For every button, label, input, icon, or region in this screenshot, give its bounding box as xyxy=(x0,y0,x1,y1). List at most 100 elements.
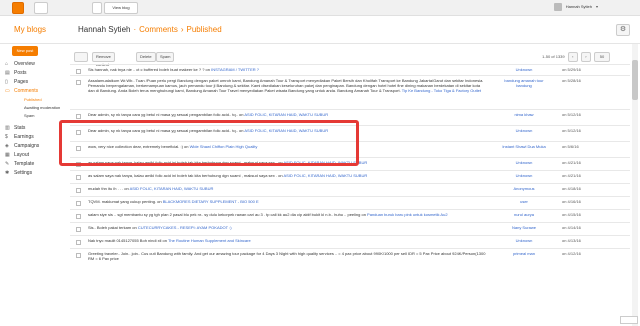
post-link[interactable]: ASID FOLIC, KITARAN HAID, WAKTU SUBUR xyxy=(283,160,367,165)
gear-icon[interactable]: ⚙ xyxy=(616,24,630,36)
row-checkbox[interactable] xyxy=(76,114,81,119)
post-link[interactable]: INSTAGRAM / TWITTER ? xyxy=(211,67,259,72)
comment-date[interactable]: on 4/16/16 xyxy=(562,199,602,204)
row-checkbox[interactable] xyxy=(76,175,81,180)
comment-date[interactable]: on 5/6/16 xyxy=(562,144,602,149)
comment-row[interactable]: Nak tnyc maulit 0145127055 Boh nindi xll… xyxy=(70,235,630,248)
sidebar-item-settings[interactable]: ✱ Settings xyxy=(0,169,70,178)
row-checkbox[interactable] xyxy=(76,162,81,167)
select-all-checkbox[interactable] xyxy=(74,52,88,62)
comment-date[interactable]: on 5/29/16 xyxy=(562,67,602,72)
sidebar-item-template[interactable]: ✎ Template xyxy=(0,160,70,169)
scrollbar-thumb[interactable] xyxy=(632,60,638,100)
sidebar-item-campaigns[interactable]: ◈ Campaigns xyxy=(0,142,70,151)
comment-author[interactable]: Unknown xyxy=(502,160,546,165)
new-post-button[interactable]: New post xyxy=(12,46,38,56)
post-link[interactable]: ASID FOLIC, KITARAN HAID, WAKTU SUBUR xyxy=(244,128,328,133)
comment-author[interactable]: Unknown xyxy=(502,67,546,72)
sidebar-item-pages[interactable]: ▯ Pages xyxy=(0,78,70,87)
breadcrumb-comments[interactable]: Comments xyxy=(139,25,178,34)
sidebar-item-overview[interactable]: ⌂ Overview xyxy=(0,60,70,69)
sidebar-item-earnings[interactable]: $ Earnings xyxy=(0,133,70,142)
row-checkbox[interactable] xyxy=(76,146,81,151)
page-size-select[interactable]: 50 xyxy=(594,52,610,62)
row-checkbox[interactable] xyxy=(76,227,81,232)
blogger-logo-icon[interactable] xyxy=(12,2,24,14)
post-link[interactable]: Wide Shawl Chiffon Plain High Quality xyxy=(190,144,258,149)
comment-row[interactable]: Dear admin, sy nk tanya cara yg betul ni… xyxy=(70,109,630,125)
row-checkbox[interactable] xyxy=(76,130,81,135)
comment-row[interactable]: Greeting traveler.. Join.. join.. Cus cu… xyxy=(70,248,630,262)
row-checkbox[interactable] xyxy=(76,69,81,74)
post-link[interactable]: Panduan buruk baru pink untuk kosmetik A… xyxy=(367,212,448,217)
breadcrumb: Hannah Sytieh · Comments › Published xyxy=(78,25,222,34)
user-name[interactable]: Hannah Sytieh xyxy=(566,4,592,9)
avatar[interactable] xyxy=(554,3,562,11)
comment-row[interactable]: Dear admin, sy nk tanya cara yg betul ni… xyxy=(70,125,630,141)
comment-row[interactable]: Assalamualaikum Wr.Wb.. Tuan /Puan perlu… xyxy=(70,75,630,109)
chevron-left-icon[interactable]: ‹ xyxy=(567,52,578,62)
comment-row[interactable]: salam siye sis .. sgt membantu sy yg tgh… xyxy=(70,209,630,222)
delete-button[interactable]: Delete xyxy=(136,52,156,62)
feedback-button[interactable] xyxy=(620,316,638,324)
comment-author[interactable]: Unknown xyxy=(502,238,546,243)
comment-date[interactable]: on 4/15/16 xyxy=(562,212,602,217)
sidebar-item-comments[interactable]: ▭ Comments xyxy=(0,87,70,96)
sidebar-item-stats[interactable]: ▥ Stats xyxy=(0,124,70,133)
post-link[interactable]: ASID FOLIC, KITARAN HAID, WAKTU SUBUR xyxy=(244,112,328,117)
sidebar-item-posts[interactable]: ▤ Posts xyxy=(0,69,70,78)
comment-author[interactable]: primeal man xyxy=(502,251,546,256)
comment-body: salam siye sis .. sgt membantu sy yg tgh… xyxy=(88,212,368,217)
row-checkbox[interactable] xyxy=(76,214,81,219)
post-link[interactable]: CUTECURRYCAKES - RESEPI: AYAM POKADOT :) xyxy=(138,225,232,230)
comment-author[interactable]: Unknown xyxy=(502,128,546,133)
comment-date[interactable]: on 5/28/16 xyxy=(562,78,602,83)
comment-date[interactable]: on 4/12/16 xyxy=(562,251,602,256)
row-checkbox[interactable] xyxy=(76,201,81,206)
comment-row[interactable]: TQVM. maklumat yang cukup penting. on BL… xyxy=(70,196,630,209)
comment-row[interactable]: wow, very nice collection dear, extremel… xyxy=(70,141,630,157)
comment-author[interactable]: Nany Surawe xyxy=(502,225,546,230)
view-blog-button[interactable]: View blog xyxy=(104,2,138,14)
comment-date[interactable]: on 4/13/16 xyxy=(562,238,602,243)
comment-date[interactable]: on 5/12/16 xyxy=(562,112,602,117)
blog-name[interactable]: Hannah Sytieh xyxy=(78,25,130,34)
post-link[interactable]: Tip Ke Bandung - Toko Tiga & Factory Out… xyxy=(402,88,481,93)
comment-row[interactable]: mudah thn itu ih . . . on ASID FOLIC, KI… xyxy=(70,183,630,196)
comment-author[interactable]: nurul aurya xyxy=(502,212,546,217)
row-checkbox[interactable] xyxy=(76,253,81,258)
blog-list-icon[interactable] xyxy=(92,2,102,14)
post-link[interactable]: BLACKMORES DIETARY SUPPLEMENT - BIO 500 … xyxy=(163,199,259,204)
comment-author[interactable]: Anonymous xyxy=(502,186,546,191)
spam-button[interactable]: Spam xyxy=(156,52,175,62)
post-link[interactable]: The Routine Human Supplement and Skincar… xyxy=(168,238,251,243)
row-checkbox[interactable] xyxy=(76,80,81,85)
sidebar-sub-spam[interactable]: Spam xyxy=(0,112,70,120)
comment-row[interactable]: Sis hannah, nak tnya nie .. ct c buffere… xyxy=(70,64,630,75)
comment-date[interactable]: on 5/12/16 xyxy=(562,128,602,133)
row-checkbox[interactable] xyxy=(76,188,81,193)
comment-row[interactable]: as salam saya nak tanya, kalau amlkl fol… xyxy=(70,157,630,170)
sidebar-sub-awaiting[interactable]: Awaiting moderation xyxy=(0,104,70,112)
comment-author[interactable]: user xyxy=(502,199,546,204)
comment-author[interactable]: bandung amanah tour bandung xyxy=(502,78,546,88)
chevron-right-icon[interactable]: › xyxy=(580,52,591,62)
comment-date[interactable]: on 4/21/16 xyxy=(562,160,602,165)
comment-author[interactable]: Instant Shawl Dua Muka xyxy=(502,144,546,149)
comment-author[interactable]: Unknown xyxy=(502,173,546,178)
comment-date[interactable]: on 4/18/16 xyxy=(562,186,602,191)
row-checkbox[interactable] xyxy=(76,240,81,245)
comment-date[interactable]: on 4/14/16 xyxy=(562,225,602,230)
my-blogs-link[interactable]: My blogs xyxy=(14,25,46,34)
sidebar-sub-published[interactable]: Published xyxy=(0,96,70,104)
comment-row[interactable]: Sis.. Boleh pakai terkam on CUTECURRYCAK… xyxy=(70,222,630,235)
sidebar-item-layout[interactable]: ▦ Layout xyxy=(0,151,70,160)
post-link[interactable]: ASID FOLIC, KITARAN HAID, WAKTU SUBUR xyxy=(283,173,367,178)
comment-date[interactable]: on 4/21/16 xyxy=(562,173,602,178)
chevron-down-icon[interactable]: ▾ xyxy=(596,4,598,9)
post-link[interactable]: ASID FOLIC, KITARAN HAID, WAKTU SUBUR xyxy=(130,186,214,191)
comment-row[interactable]: as salam saya nak tanya, kalau amlkl fol… xyxy=(70,170,630,183)
pencil-icon[interactable] xyxy=(34,2,48,14)
comment-author[interactable]: nima khaw xyxy=(502,112,546,117)
remove-content-button[interactable]: Remove content xyxy=(92,52,115,67)
